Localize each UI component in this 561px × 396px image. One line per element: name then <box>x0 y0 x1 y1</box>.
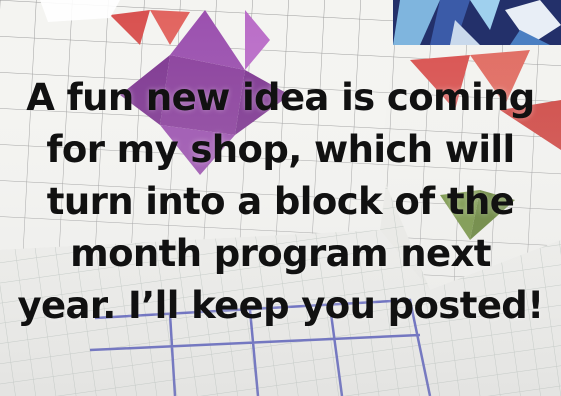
caption-line-4: month program next <box>70 232 491 275</box>
photo-stage: A fun new idea is coming for my shop, wh… <box>0 0 561 396</box>
caption-line-5: year. I’ll keep you posted! <box>17 284 545 327</box>
caption-line-1: A fun new idea is coming <box>26 76 535 119</box>
caption-line-3: turn into a block of the <box>46 180 515 223</box>
announcement-caption: A fun new idea is coming for my shop, wh… <box>0 0 561 396</box>
caption-line-2: for my shop, which will <box>46 128 515 171</box>
